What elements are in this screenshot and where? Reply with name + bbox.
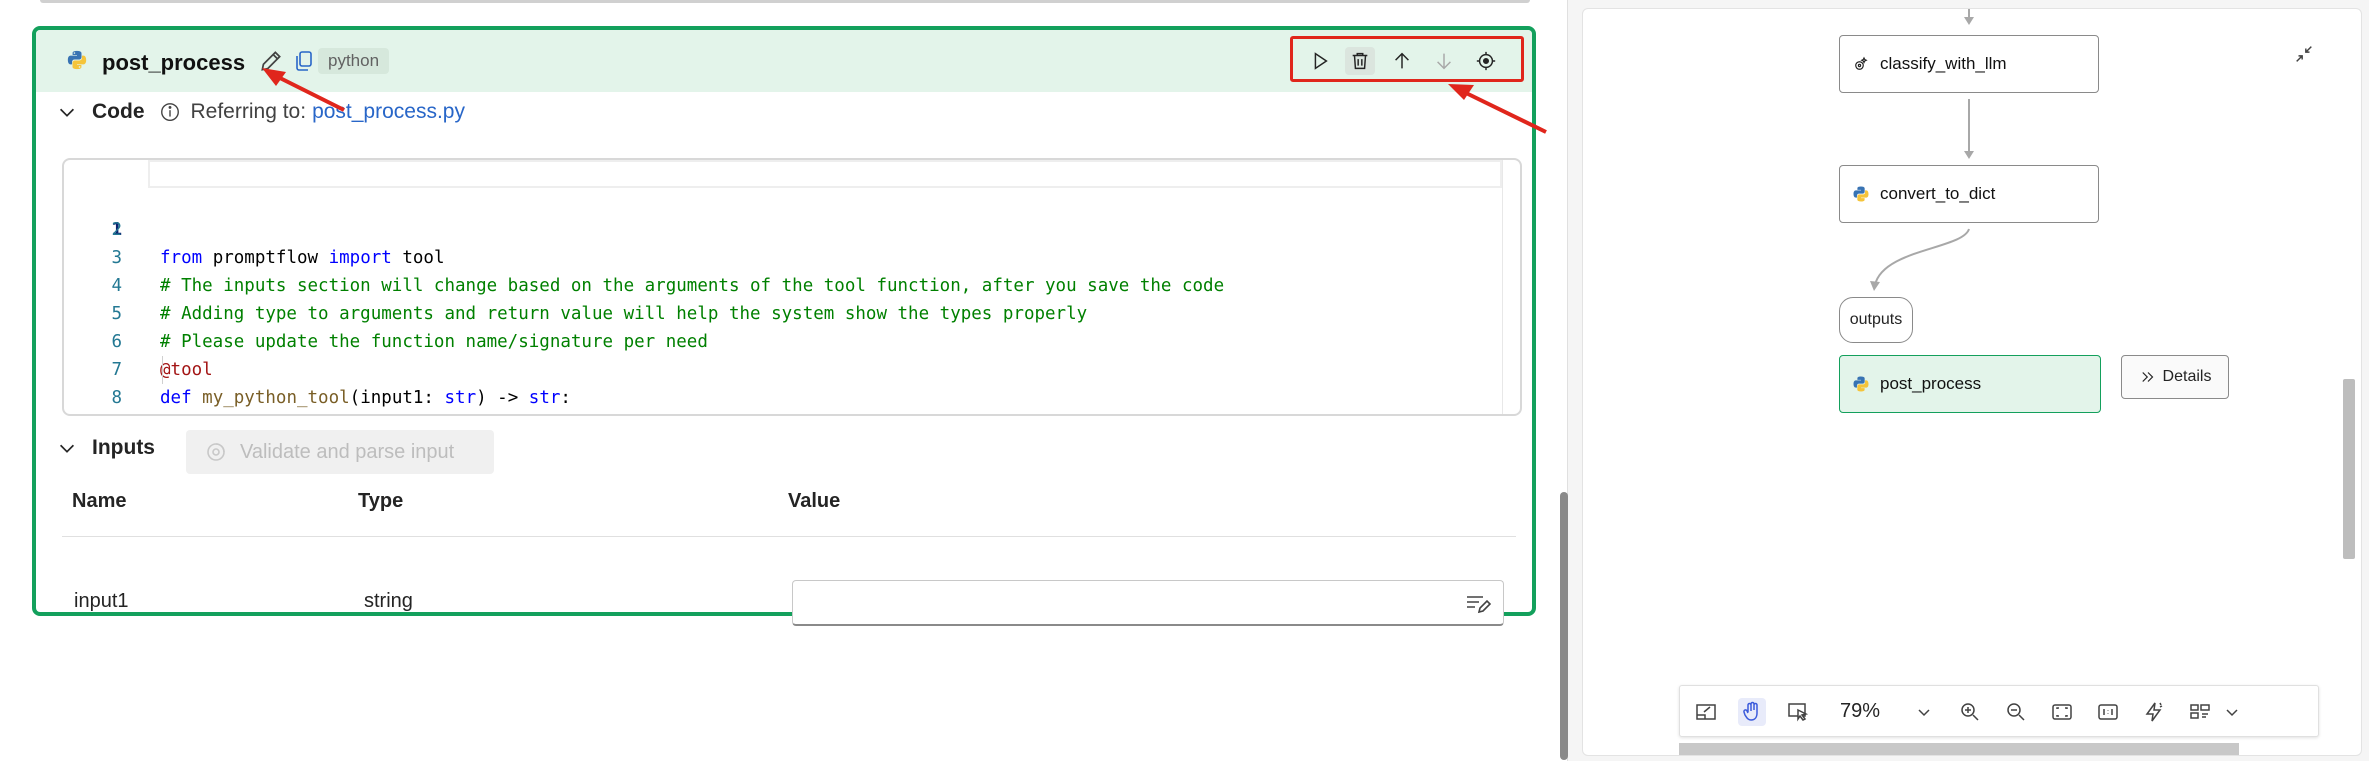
column-header-value: Value	[788, 490, 841, 512]
line-number: 8	[111, 388, 122, 408]
graph-node-post-process[interactable]: post_process	[1839, 355, 2101, 413]
language-badge: python	[318, 48, 390, 74]
source-file-link[interactable]: post_process.py	[312, 100, 465, 124]
graph-node-label: convert_to_dict	[1880, 184, 1996, 203]
graph-node-convert-to-dict[interactable]: convert_to_dict	[1839, 165, 2099, 223]
info-icon[interactable]	[159, 101, 181, 123]
code-line: 2	[64, 188, 1520, 240]
node-card-post-process[interactable]: post_process python Code Referring to: p…	[32, 26, 1536, 626]
fit-view-icon	[2052, 704, 2072, 720]
referring-label: Referring to:	[190, 100, 307, 123]
trash-icon	[1352, 52, 1368, 70]
flow-graph-panel[interactable]: classify_with_llm convert_to_dict output…	[1582, 8, 2362, 756]
run-button[interactable]	[1305, 47, 1335, 75]
chevron-down-icon[interactable]	[56, 437, 78, 459]
pan-tool-button[interactable]	[1738, 698, 1766, 726]
hand-icon	[1743, 701, 1758, 721]
code-line: 3 # The inputs section will change based…	[64, 216, 1520, 296]
select-tool-button[interactable]	[1784, 698, 1812, 726]
zoom-dropdown-button[interactable]	[1910, 698, 1938, 726]
node-editor-panel: post_process python Code Referring to: p…	[0, 0, 1568, 761]
validate-parse-input-button[interactable]: Validate and parse input	[186, 430, 494, 474]
arrow-down-icon	[1437, 53, 1451, 70]
delete-button[interactable]	[1345, 47, 1375, 75]
column-header-type: Type	[358, 490, 404, 512]
zoom-out-icon	[2007, 703, 2025, 721]
chevron-down-icon	[1918, 709, 1930, 717]
validate-label: Validate and parse input	[240, 440, 455, 463]
column-header-name: Name	[72, 490, 127, 512]
double-chevron-right-icon	[2141, 372, 2153, 382]
text-edit-icon[interactable]	[1465, 593, 1491, 615]
zoom-level[interactable]: 79%	[1840, 700, 1880, 723]
pencil-edit-icon[interactable]	[258, 48, 284, 74]
zoom-in-button[interactable]	[1956, 698, 1984, 726]
python-icon	[67, 50, 87, 70]
play-icon	[1314, 52, 1328, 70]
details-label: Details	[2162, 368, 2212, 385]
node-card-header: post_process python	[36, 30, 1532, 92]
minimap-icon	[1696, 704, 1716, 720]
input-value-field[interactable]	[792, 580, 1504, 626]
layout-dropdown-button[interactable]	[2218, 698, 2246, 726]
table-header-divider	[62, 536, 1516, 537]
locate-icon	[1476, 51, 1496, 71]
move-up-button[interactable]	[1387, 47, 1417, 75]
editor-scrollbar[interactable]	[1502, 160, 1520, 414]
graph-horizontal-scrollbar[interactable]	[1679, 743, 2239, 755]
input-value-textbox[interactable]	[793, 581, 1433, 623]
graph-node-label: classify_with_llm	[1880, 54, 2007, 73]
code-line: 6 @tool	[64, 300, 1520, 380]
graph-zoom-toolbar: 79%	[1679, 685, 2319, 737]
layout-options-button[interactable]	[2186, 698, 2214, 726]
code-line: 5 # Please update the function name/sign…	[64, 272, 1520, 352]
chevron-down-icon	[2226, 709, 2238, 717]
copy-icon[interactable]	[292, 48, 316, 74]
actual-size-button[interactable]	[2094, 698, 2122, 726]
graph-vertical-scrollbar[interactable]	[2343, 379, 2355, 559]
code-editor[interactable]: 1 from promptflow import tool 2 3 # The …	[62, 158, 1522, 416]
minimap-button[interactable]	[1692, 698, 1720, 726]
node-title: post_process	[102, 50, 246, 75]
code-section-header[interactable]: Code Referring to: post_process.py	[56, 100, 465, 124]
zoom-out-button[interactable]	[2002, 698, 2030, 726]
auto-layout-button[interactable]	[2140, 698, 2168, 726]
zoom-in-icon	[1961, 703, 1979, 721]
node-toolbar-highlight	[1290, 36, 1524, 82]
python-icon	[1853, 186, 1869, 202]
inputs-section-label: Inputs	[92, 436, 155, 459]
validate-icon	[207, 443, 225, 461]
lightning-icon	[2145, 702, 2163, 722]
graph-node-classify-with-llm[interactable]: classify_with_llm	[1839, 35, 2099, 93]
move-down-button[interactable]	[1429, 47, 1459, 75]
code-line: 4 # Adding type to arguments and return …	[64, 244, 1520, 324]
app-root: post_process python Code Referring to: p…	[0, 0, 2369, 761]
select-pointer-icon	[1788, 703, 1809, 722]
previous-node-card-edge	[40, 0, 1530, 3]
locate-in-graph-button[interactable]	[1471, 47, 1501, 75]
graph-node-label: outputs	[1849, 311, 1903, 328]
graph-node-outputs[interactable]: outputs	[1839, 297, 1913, 343]
graph-node-label: post_process	[1880, 374, 1982, 393]
code-line: 1 from promptflow import tool	[64, 160, 1520, 268]
python-icon	[1853, 376, 1869, 392]
collapse-icon[interactable]	[2293, 43, 2315, 65]
code-section-label: Code	[92, 100, 145, 123]
layout-icon	[2190, 704, 2210, 719]
actual-size-icon	[2098, 704, 2118, 720]
current-line-highlight	[148, 160, 1502, 188]
details-button[interactable]: Details	[2121, 355, 2229, 399]
arrow-up-icon	[1395, 52, 1409, 69]
inputs-section-header[interactable]: Inputs	[56, 436, 155, 460]
code-line: 7 def my_python_tool(input1: str) -> str…	[64, 328, 1520, 408]
input-name-cell: input1	[74, 590, 129, 612]
chevron-down-icon[interactable]	[56, 101, 78, 123]
left-panel-scrollbar[interactable]	[1560, 492, 1568, 760]
input-type-cell: string	[364, 590, 413, 612]
llm-icon	[1855, 56, 1868, 70]
code-line: 8 return 'hello ' + input1	[64, 356, 1520, 408]
line-text: def my_python_tool(input1: str) -> str:	[160, 388, 571, 408]
indent-guide	[162, 356, 163, 384]
fit-view-button[interactable]	[2048, 698, 2076, 726]
